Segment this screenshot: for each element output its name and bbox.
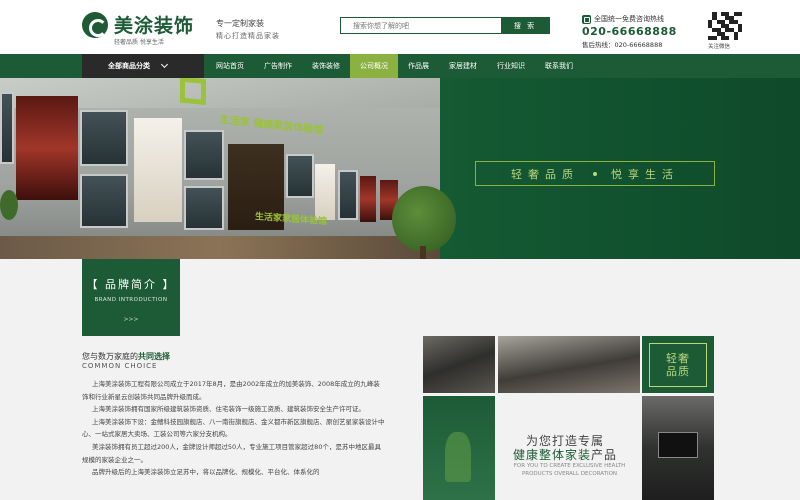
more-arrows: >>> (123, 316, 139, 323)
tagline-dot (593, 171, 597, 176)
promo-en-text: FOR YOU TO CREATE EXCLUSIVE HEALTH PRODU… (513, 463, 626, 477)
hotline-number: 020-66668888 (582, 25, 677, 38)
intro-paragraph: 品牌升级后的上海美涂装饰立足苏中，将以品牌化、规模化、平台化、体系化的 (92, 468, 320, 477)
search-input[interactable] (341, 18, 501, 33)
tree-image (392, 186, 456, 252)
logo-name: 美涂装饰 (114, 15, 195, 37)
interior-photo-2[interactable] (498, 336, 640, 393)
nav-item-works[interactable]: 作品展 (398, 54, 439, 78)
all-categories-menu[interactable]: 全部商品分类 (82, 54, 204, 78)
intro-heading-highlight: 共同选择 (138, 352, 170, 361)
site-logo[interactable]: 美涂装饰 轻奢品质 悦享生活 (82, 11, 195, 46)
intro-text: 上海美涂装饰工程有限公司成立于2017年8月，是由2002年成立的加美装饰、20… (82, 378, 386, 479)
nav-item-materials[interactable]: 家居建材 (439, 54, 487, 78)
nav-items: 网站首页 广告制作 装饰装修 公司概况 作品展 家居建材 行业知识 联系我们 (206, 54, 583, 78)
nav-item-knowledge[interactable]: 行业知识 (487, 54, 535, 78)
tagline-left: 轻奢品质 (511, 167, 579, 181)
intro-heading-en: COMMON CHOICE (82, 362, 158, 370)
brand-tile-text: 轻奢 品质 (649, 342, 707, 387)
hotline-title: 全国统一免费咨询热线 (594, 15, 664, 23)
site-header: 美涂装饰 轻奢品质 悦享生活 专一定制家装 精心打造精品家装 搜 索 全国统一免… (0, 0, 800, 54)
search-button[interactable]: 搜 索 (501, 18, 549, 33)
hotline: 全国统一免费咨询热线 020-66668888 售后热线：020-6666888… (582, 14, 677, 49)
promo-line-2: 健康整体家装产品 (513, 448, 618, 462)
header-slogan: 专一定制家装 (216, 19, 264, 28)
interior-photo-3[interactable] (642, 396, 714, 500)
brand-title: 【 品牌简介 】 (86, 278, 176, 291)
promo-tile: 为您打造专属 健康整体家装产品 FOR YOU TO CREATE EXCLUS… (498, 396, 640, 500)
green-plant-photo[interactable] (423, 396, 495, 500)
logo-icon (82, 11, 108, 38)
green-brand-tile: 轻奢 品质 (642, 336, 714, 393)
intro-heading: 您与数万家庭的共同选择 (82, 352, 170, 361)
about-section: 【 品牌简介 】 BRAND INTRODUCTION >>> 您与数万家庭的共… (0, 259, 800, 500)
tagline-right: 悦享生活 (611, 167, 679, 181)
intro-paragraph: 上海美涂装饰工程有限公司成立于2017年8月，是由2002年成立的加美装饰、20… (82, 380, 380, 401)
store-logo-mark (180, 78, 206, 106)
hero-banner: 生活家 健康家居体验馆 生活家家居体验馆 轻奢品质 悦享生活 (0, 78, 800, 259)
search-bar: 搜 索 (340, 17, 550, 34)
chevron-down-icon (160, 60, 169, 69)
logo-subtitle: 轻奢品质 悦享生活 (114, 39, 164, 46)
wechat-qr-code (708, 12, 742, 40)
phone-icon (582, 14, 591, 24)
nav-item-advertising[interactable]: 广告制作 (254, 54, 302, 78)
storefront-image: 生活家 健康家居体验馆 生活家家居体验馆 (0, 78, 440, 259)
banner-tagline: 轻奢品质 悦享生活 (475, 161, 715, 186)
nav-item-decoration[interactable]: 装饰装修 (302, 54, 350, 78)
qr-label: 关注微信 (708, 44, 731, 50)
brand-title-en: BRAND INTRODUCTION (94, 297, 168, 303)
intro-paragraph: 美涂装饰拥有员工超过200人，金牌设计师超过50人，专业施工项目管家超过80个，… (82, 442, 381, 464)
nav-item-about[interactable]: 公司概况 (350, 54, 398, 78)
all-categories-label: 全部商品分类 (108, 62, 150, 70)
interior-photo-1[interactable] (423, 336, 495, 393)
store-sign-text: 生活家 健康家居体验馆 (220, 114, 324, 137)
brand-intro-box[interactable]: 【 品牌简介 】 BRAND INTRODUCTION >>> (82, 259, 180, 336)
nav-item-home[interactable]: 网站首页 (206, 54, 254, 78)
main-nav: 全部商品分类 网站首页 广告制作 装饰装修 公司概况 作品展 家居建材 行业知识… (0, 54, 800, 78)
intro-paragraph: 上海美涂装饰拥有国家所级建筑装饰资质、住宅装饰一级施工资质、建筑装饰安全生产许可… (92, 405, 365, 414)
header-slogan-sub: 精心打造精品家装 (216, 32, 280, 40)
aftersales-hotline: 售后热线：020-66668888 (582, 41, 663, 49)
nav-item-contact[interactable]: 联系我们 (535, 54, 583, 78)
intro-paragraph: 上海美涂装饰下设：金鳍科技园旗舰店、八一南街旗舰店、金义都市新区旗舰店、原创艺星… (82, 417, 385, 439)
